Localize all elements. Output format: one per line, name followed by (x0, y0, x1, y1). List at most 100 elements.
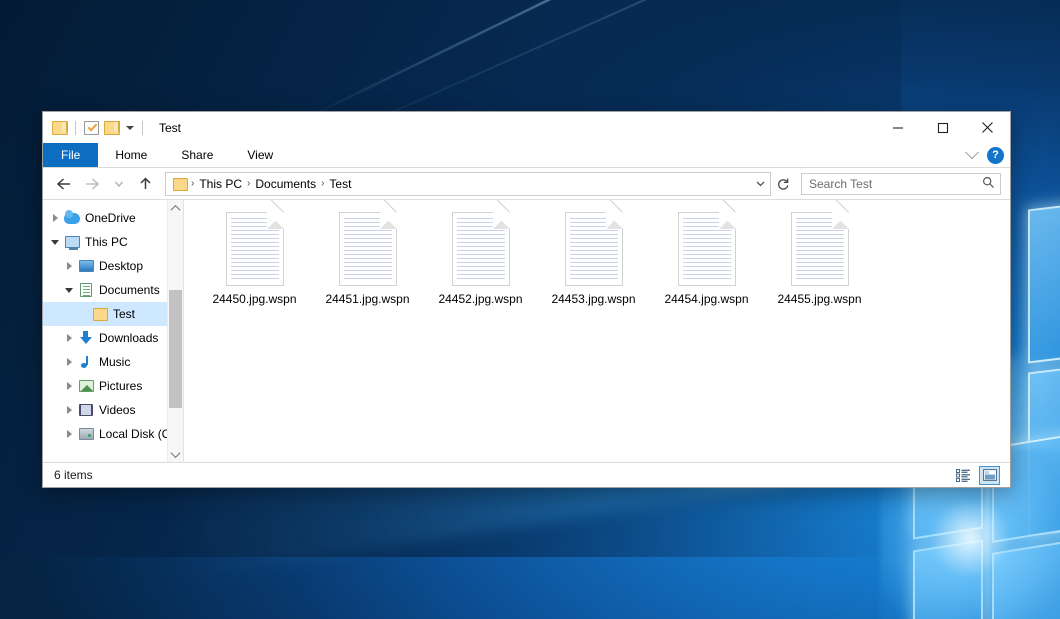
sidebar-item-label: Music (95, 355, 130, 369)
this-pc-icon (63, 236, 81, 248)
item-count-label: 6 items (54, 468, 93, 482)
new-folder-icon[interactable] (104, 121, 119, 134)
folder-icon[interactable] (170, 178, 190, 190)
nav-scrollbar[interactable] (167, 200, 183, 462)
search-input[interactable]: Search Test (809, 177, 982, 191)
scroll-up-icon[interactable] (168, 200, 183, 216)
generic-document-icon[interactable] (226, 212, 284, 286)
help-icon[interactable]: ? (987, 147, 1004, 164)
sidebar-item-label: OneDrive (81, 211, 136, 225)
sidebar-item-label: Downloads (95, 331, 158, 345)
sidebar-item-test[interactable]: Test (43, 302, 183, 326)
scroll-down-icon[interactable] (168, 446, 183, 462)
close-button[interactable] (965, 112, 1010, 143)
tab-view[interactable]: View (230, 143, 290, 167)
sidebar-item-documents[interactable]: Documents (43, 278, 183, 302)
chevron-down-icon[interactable] (61, 288, 77, 293)
maximize-button[interactable] (920, 112, 965, 143)
sidebar-item-local-disk-c[interactable]: Local Disk (C:) (43, 422, 183, 446)
videos-icon (77, 404, 95, 416)
ribbon-right-controls: ? (967, 143, 1004, 167)
quick-access-toolbar[interactable]: Test (43, 121, 181, 135)
chevron-right-icon[interactable] (61, 430, 77, 438)
scrollbar-thumb[interactable] (169, 290, 182, 408)
sidebar-item-label: Test (109, 307, 135, 321)
sidebar-item-videos[interactable]: Videos (43, 398, 183, 422)
forward-button[interactable] (79, 172, 104, 196)
chevron-right-icon[interactable] (61, 406, 77, 414)
navigation-pane: OneDrive This PC Desktop Documents Test Downl… (43, 200, 184, 462)
explorer-body: OneDrive This PC Desktop Documents Test Downl… (43, 199, 1010, 462)
sidebar-item-onedrive[interactable]: OneDrive (43, 206, 183, 230)
sidebar-item-label: Desktop (95, 259, 143, 273)
tab-file[interactable]: File (43, 143, 98, 167)
ribbon-tabs: File Home Share View ? (43, 143, 1010, 168)
pictures-icon (77, 380, 95, 392)
tab-share[interactable]: Share (164, 143, 230, 167)
refresh-button[interactable] (773, 174, 793, 194)
breadcrumb-documents[interactable]: Documents (251, 177, 320, 191)
sidebar-item-label: Local Disk (C:) (95, 427, 178, 441)
sidebar-item-this-pc[interactable]: This PC (43, 230, 183, 254)
onedrive-icon (63, 213, 81, 224)
chevron-right-icon[interactable] (61, 334, 77, 342)
chevron-right-icon[interactable] (47, 214, 63, 222)
file-item[interactable]: 24453.jpg.wspn (537, 208, 650, 306)
breadcrumb-this-pc[interactable]: This PC (195, 177, 246, 191)
window-title: Test (159, 121, 181, 135)
generic-document-icon[interactable] (339, 212, 397, 286)
chevron-right-icon[interactable] (61, 262, 77, 270)
up-button[interactable] (133, 172, 158, 196)
sidebar-item-pictures[interactable]: Pictures (43, 374, 183, 398)
file-name-label: 24455.jpg.wspn (777, 292, 861, 306)
customize-caret-icon[interactable] (126, 126, 134, 130)
separator (75, 121, 76, 135)
generic-document-icon[interactable] (452, 212, 510, 286)
file-grid: 24450.jpg.wspn 24451.jpg.wspn 24452.jpg.ws… (198, 208, 1010, 306)
sidebar-item-music[interactable]: Music (43, 350, 183, 374)
chevron-down-icon[interactable] (750, 174, 770, 194)
file-name-label: 24451.jpg.wspn (325, 292, 409, 306)
address-bar: › This PC › Documents › Test Search Test (43, 168, 1010, 199)
window-controls[interactable] (875, 112, 1010, 143)
file-item[interactable]: 24451.jpg.wspn (311, 208, 424, 306)
chevron-down-icon[interactable] (965, 145, 979, 159)
file-item[interactable]: 24450.jpg.wspn (198, 208, 311, 306)
view-mode-buttons (953, 466, 1000, 485)
file-name-label: 24452.jpg.wspn (438, 292, 522, 306)
file-name-label: 24450.jpg.wspn (212, 292, 296, 306)
sidebar-item-desktop[interactable]: Desktop (43, 254, 183, 278)
file-item[interactable]: 24452.jpg.wspn (424, 208, 537, 306)
windows-logo-pane (1028, 200, 1060, 363)
recent-locations-button[interactable] (106, 172, 131, 196)
downloads-icon (77, 331, 95, 345)
chevron-down-icon[interactable] (47, 240, 63, 245)
large-icons-view-button[interactable] (979, 466, 1000, 485)
chevron-right-icon[interactable] (61, 358, 77, 366)
status-bar: 6 items (43, 462, 1010, 487)
back-button[interactable] (52, 172, 77, 196)
file-item[interactable]: 24454.jpg.wspn (650, 208, 763, 306)
file-name-label: 24454.jpg.wspn (664, 292, 748, 306)
breadcrumb: › This PC › Documents › Test (170, 177, 750, 191)
sidebar-item-label: This PC (81, 235, 128, 249)
folder-icon (91, 308, 109, 320)
generic-document-icon[interactable] (678, 212, 736, 286)
details-view-button[interactable] (953, 466, 974, 485)
folder-icon[interactable] (52, 121, 67, 134)
sidebar-item-downloads[interactable]: Downloads (43, 326, 183, 350)
properties-icon[interactable] (84, 121, 99, 135)
breadcrumb-test[interactable]: Test (325, 177, 355, 191)
title-bar[interactable]: Test (43, 112, 1010, 143)
minimize-button[interactable] (875, 112, 920, 143)
search-box[interactable]: Search Test (801, 173, 1001, 195)
generic-document-icon[interactable] (791, 212, 849, 286)
separator (142, 121, 143, 135)
search-icon[interactable] (982, 176, 995, 192)
generic-document-icon[interactable] (565, 212, 623, 286)
file-list-area[interactable]: 24450.jpg.wspn 24451.jpg.wspn 24452.jpg.ws… (184, 200, 1010, 462)
address-field[interactable]: › This PC › Documents › Test (165, 172, 771, 196)
file-item[interactable]: 24455.jpg.wspn (763, 208, 876, 306)
chevron-right-icon[interactable] (61, 382, 77, 390)
tab-home[interactable]: Home (98, 143, 164, 167)
